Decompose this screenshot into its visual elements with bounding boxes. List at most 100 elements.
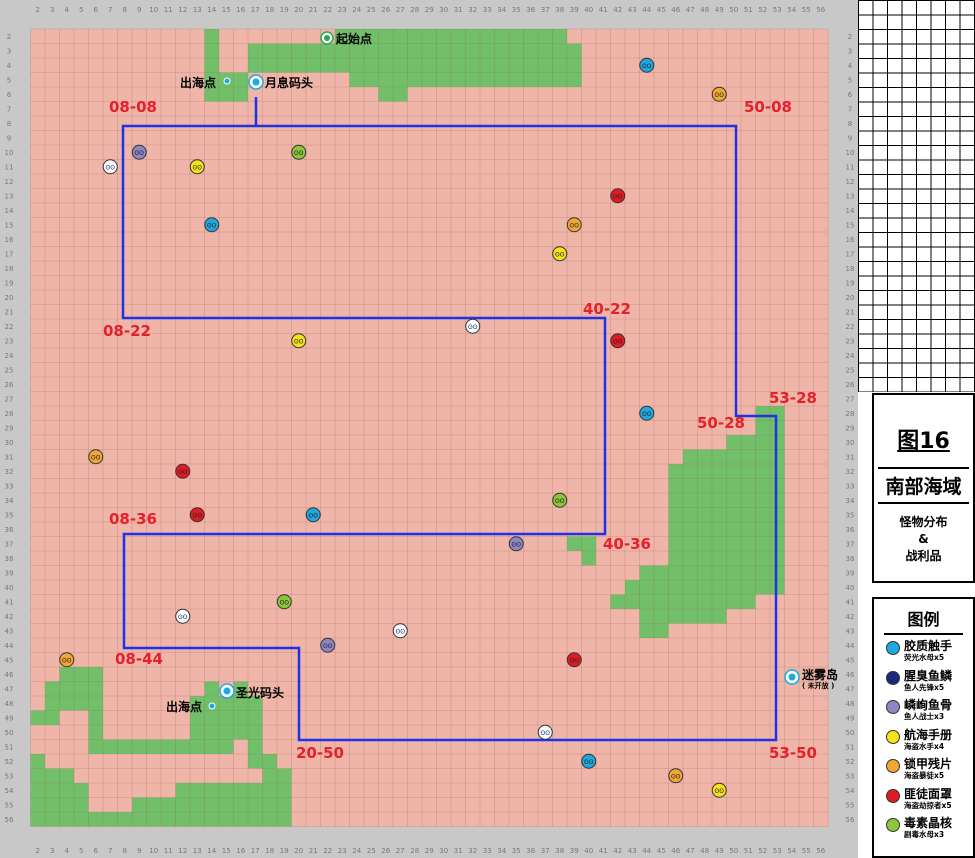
row-number: 32 — [846, 468, 855, 476]
column-number: 38 — [555, 847, 564, 855]
svg-text:ʘʘ: ʘʘ — [323, 643, 333, 650]
column-number: 8 — [123, 847, 127, 855]
monster-marker-armor-icon: ʘʘ — [88, 449, 104, 465]
row-number: 27 — [5, 395, 14, 403]
column-number: 28 — [410, 6, 419, 14]
column-number: 7 — [108, 847, 112, 855]
column-number: 46 — [671, 847, 680, 855]
legend-item-drop: 鱼人战士x3 — [904, 712, 945, 721]
row-number: 51 — [846, 743, 855, 751]
row-number: 13 — [5, 192, 14, 200]
svg-text:ʘʘ: ʘʘ — [584, 759, 594, 766]
column-number: 50 — [729, 847, 738, 855]
column-number: 50 — [729, 6, 738, 14]
column-number: 49 — [715, 847, 724, 855]
land-tile — [219, 696, 263, 740]
row-number: 51 — [5, 743, 14, 751]
column-number: 55 — [802, 847, 811, 855]
column-number: 7 — [108, 6, 112, 14]
monster-marker-manual-icon: ʘʘ — [189, 159, 205, 175]
holy-dock-icon — [219, 683, 235, 699]
row-number: 50 — [846, 729, 855, 737]
subtitle-line-2: & — [918, 532, 929, 546]
column-number: 26 — [381, 847, 390, 855]
row-number: 17 — [5, 250, 14, 258]
legend-item-drop: 荧光水母x5 — [904, 653, 945, 662]
row-number: 2 — [7, 33, 11, 41]
svg-text:ʘʘ: ʘʘ — [396, 628, 406, 635]
svg-text:ʘʘ: ʘʘ — [294, 338, 304, 345]
row-number: 20 — [5, 294, 14, 302]
monster-marker-mask-icon: ʘʘ — [610, 188, 626, 204]
svg-text:ʘʘ: ʘʘ — [715, 788, 725, 795]
row-number: 13 — [846, 192, 855, 200]
row-number: 46 — [5, 671, 14, 679]
subtitle-line-3: 战利品 — [905, 549, 942, 563]
row-number: 39 — [5, 569, 14, 577]
coord-label: 50-28 — [697, 414, 745, 432]
svg-text:ʘʘ: ʘʘ — [642, 411, 652, 418]
row-number: 19 — [5, 279, 14, 287]
row-number: 31 — [846, 453, 855, 461]
column-number: 38 — [555, 6, 564, 14]
row-number: 23 — [5, 337, 14, 345]
figure-number: 图16 — [897, 429, 950, 454]
row-number: 16 — [846, 236, 855, 244]
column-number: 3 — [50, 6, 54, 14]
svg-text:ʘʘ: ʘʘ — [512, 541, 522, 548]
row-number: 9 — [7, 134, 11, 142]
column-number: 12 — [178, 6, 187, 14]
svg-text:ʘʘ: ʘʘ — [570, 222, 580, 229]
column-number: 47 — [686, 847, 695, 855]
column-number: 11 — [164, 847, 173, 855]
column-number: 54 — [787, 6, 796, 14]
scale-icon — [886, 670, 900, 685]
legend-title: 图例 — [884, 606, 963, 635]
row-number: 20 — [846, 294, 855, 302]
coord-label: 50-08 — [744, 98, 792, 116]
monster-marker-armor-icon: ʘʘ — [566, 217, 582, 233]
row-number: 55 — [846, 801, 855, 809]
row-number: 30 — [846, 439, 855, 447]
coord-label: 08-22 — [103, 322, 151, 340]
column-number: 13 — [193, 6, 202, 14]
column-number: 40 — [584, 847, 593, 855]
column-number: 56 — [816, 847, 825, 855]
svg-text:ʘʘ: ʘʘ — [613, 338, 623, 345]
column-number: 41 — [599, 847, 608, 855]
svg-text:ʘʘ: ʘʘ — [715, 92, 725, 99]
column-number: 45 — [657, 6, 666, 14]
monster-marker-armor-icon: ʘʘ — [668, 768, 684, 784]
row-number: 7 — [7, 105, 11, 113]
land-tile — [567, 43, 582, 87]
column-number: 33 — [483, 847, 492, 855]
monster-marker-crystal-icon: ʘʘ — [552, 492, 568, 508]
row-number: 10 — [846, 149, 855, 157]
column-number: 19 — [280, 847, 289, 855]
row-number: 25 — [846, 366, 855, 374]
legend-item-drop: 鱼人先锋x5 — [904, 682, 945, 692]
row-number: 35 — [5, 511, 14, 519]
row-number: 33 — [846, 482, 855, 490]
land-tile — [74, 783, 89, 827]
exit-point-north-icon — [223, 77, 231, 85]
column-number: 25 — [367, 6, 376, 14]
svg-text:ʘʘ: ʘʘ — [671, 773, 681, 780]
column-number: 23 — [338, 847, 347, 855]
column-number: 4 — [65, 6, 70, 14]
row-number: 53 — [846, 772, 855, 780]
column-number: 22 — [323, 847, 332, 855]
column-number: 16 — [236, 847, 245, 855]
row-number: 42 — [846, 613, 855, 621]
row-number: 21 — [5, 308, 14, 316]
land-tile — [30, 754, 45, 827]
column-number: 33 — [483, 6, 492, 14]
svg-text:ʘʘ: ʘʘ — [135, 150, 145, 157]
row-number: 15 — [5, 221, 14, 229]
monster-marker-tentacle-icon: ʘʘ — [639, 405, 655, 421]
column-number: 25 — [367, 847, 376, 855]
column-number: 46 — [671, 6, 680, 14]
coord-label: 53-50 — [769, 744, 817, 762]
column-number: 5 — [79, 847, 83, 855]
column-number: 51 — [744, 847, 753, 855]
